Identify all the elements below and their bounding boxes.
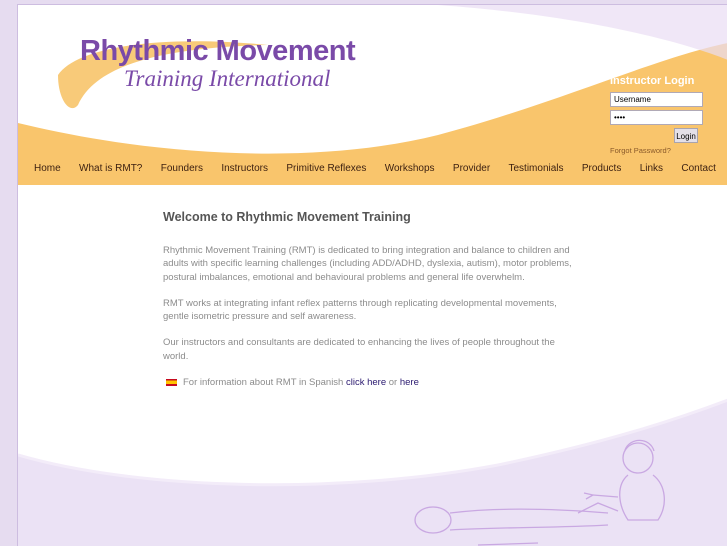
- method-paragraph: RMT works at integrating infant reflex p…: [163, 297, 557, 323]
- intro-paragraph: Rhythmic Movement Training (RMT) is dedi…: [163, 245, 572, 283]
- spanish-info: For information about RMT in Spanish cli…: [163, 376, 575, 389]
- nav-workshops[interactable]: Workshops: [385, 161, 435, 179]
- spanish-connector: or: [388, 377, 398, 389]
- spanish-text: For information about RMT in Spanish: [183, 377, 344, 389]
- spanish-link-2[interactable]: here: [400, 376, 419, 389]
- nav-contact[interactable]: Contact: [681, 161, 715, 179]
- instructors-paragraph: Our instructors and consultants are dedi…: [163, 337, 555, 362]
- site-logo[interactable]: Rhythmic Movement Training International: [80, 35, 356, 91]
- main-nav: Home What is RMT? Founders Instructors P…: [18, 161, 727, 179]
- footer-illustration: [18, 398, 727, 546]
- nav-testimonials[interactable]: Testimonials: [509, 161, 564, 179]
- page-container: Rhythmic Movement Training International…: [17, 4, 727, 546]
- nav-home[interactable]: Home: [34, 161, 61, 179]
- spanish-link-1[interactable]: click here: [346, 376, 386, 389]
- logo-subtitle: Training International: [124, 66, 331, 91]
- nav-provider[interactable]: Provider: [453, 161, 490, 179]
- welcome-heading: Welcome to Rhythmic Movement Training: [163, 210, 411, 224]
- login-button[interactable]: Login: [674, 128, 698, 143]
- main-content: Welcome to Rhythmic Movement Training Rh…: [163, 210, 575, 389]
- nav-links[interactable]: Links: [640, 161, 663, 179]
- spain-flag-icon: [166, 379, 177, 387]
- password-input[interactable]: [610, 110, 703, 125]
- instructor-login-panel: Instructor Login Login: [610, 75, 703, 143]
- username-input[interactable]: [610, 92, 703, 107]
- nav-what-is-rmt[interactable]: What is RMT?: [79, 161, 142, 179]
- logo-title: Rhythmic Movement: [80, 35, 356, 67]
- nav-founders[interactable]: Founders: [161, 161, 203, 179]
- forgot-password-link[interactable]: Forgot Password?: [610, 146, 671, 155]
- login-title: Instructor Login: [610, 75, 695, 87]
- nav-instructors[interactable]: Instructors: [221, 161, 268, 179]
- nav-primitive-reflexes[interactable]: Primitive Reflexes: [286, 161, 366, 179]
- nav-products[interactable]: Products: [582, 161, 621, 179]
